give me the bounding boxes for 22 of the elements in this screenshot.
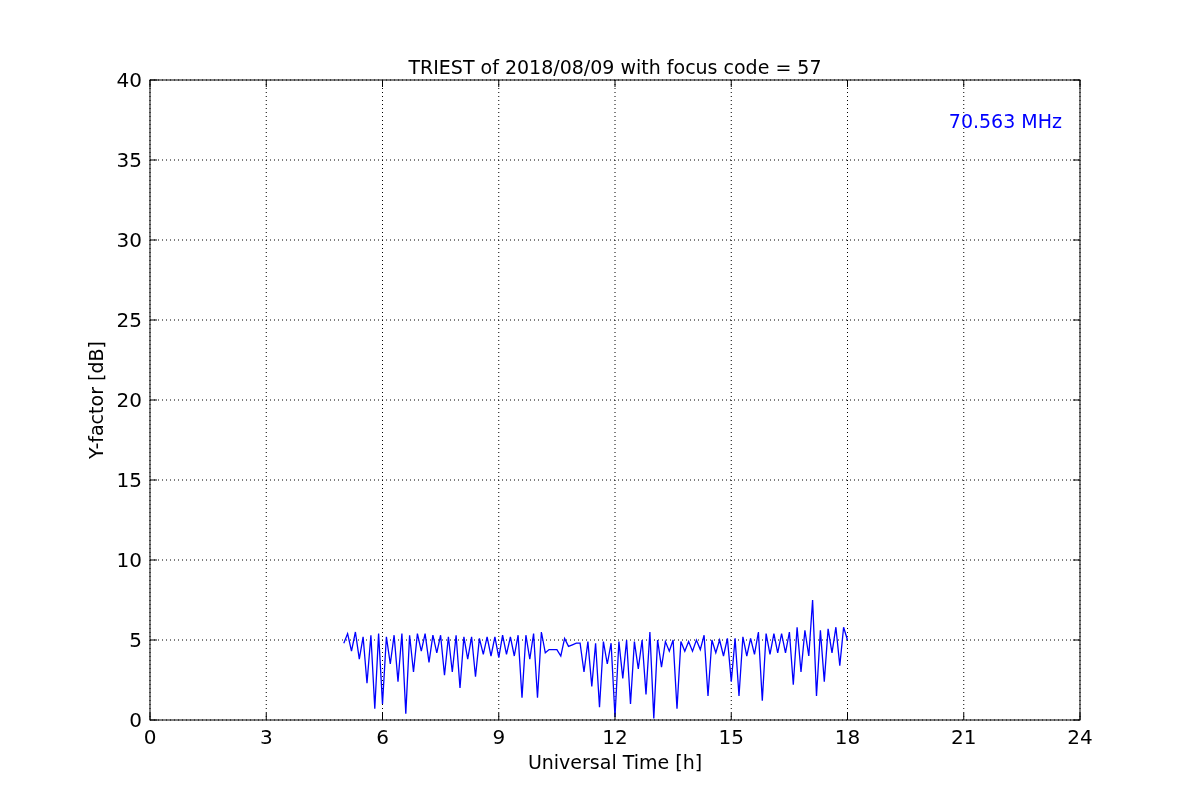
x-tick-label: 6 [376,725,389,749]
y-axis-label: Y-factor [dB] [85,341,107,459]
y-tick-label: 35 [116,148,142,172]
x-tick-label: 21 [951,725,977,749]
x-axis-label: Universal Time [h] [527,751,703,773]
y-tick-label: 20 [116,388,142,412]
x-tick-label: 18 [834,725,861,749]
series-label: 70.563 MHz [948,110,1062,132]
y-tick-label: 40 [116,68,142,92]
y-tick-label: 10 [116,548,142,572]
x-tick-label: 0 [143,725,157,749]
x-tick-label: 9 [492,725,506,749]
x-tick-label: 3 [259,725,273,749]
y-tick-label: 30 [116,228,142,252]
y-tick-label: 15 [116,468,142,492]
x-tick-label: 15 [718,725,744,749]
y-tick-label: 0 [129,708,142,732]
x-tick-label: 24 [1067,725,1093,749]
chart-title: TRIEST of 2018/08/09 with focus code = 57 [408,56,822,78]
y-tick-label: 5 [129,628,142,652]
y-tick-label: 25 [116,308,142,332]
x-tick-label: 12 [602,725,628,749]
